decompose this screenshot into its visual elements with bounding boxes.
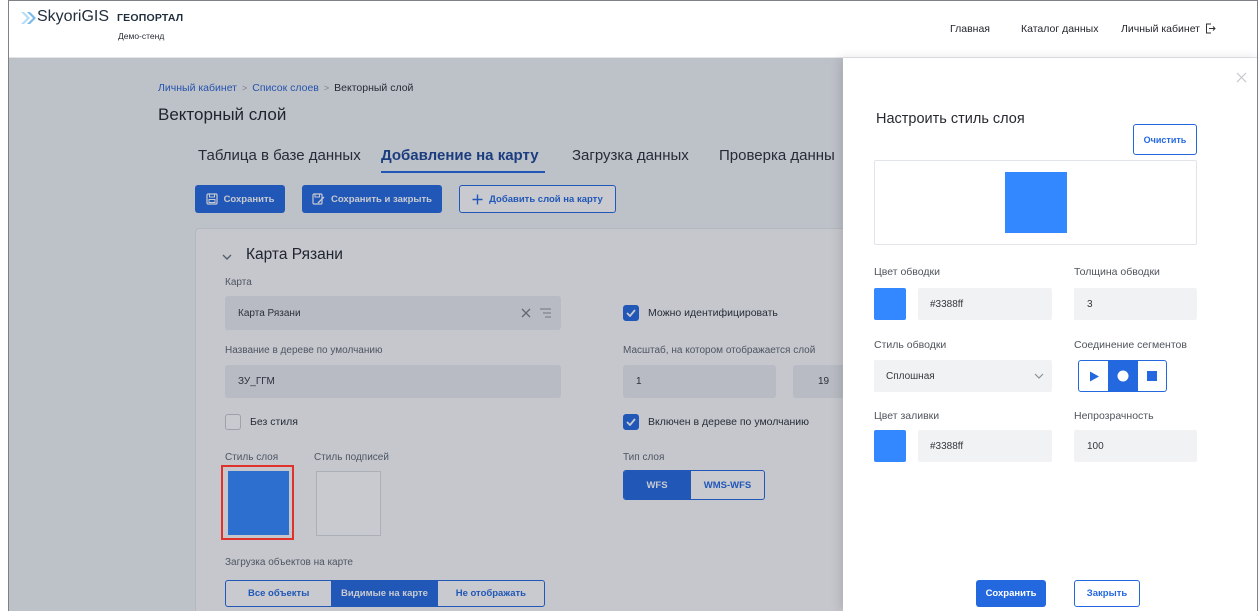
line-join-label: Соединение сегментов xyxy=(1074,339,1187,351)
nav-account[interactable]: Личный кабинет xyxy=(1121,23,1200,35)
stroke-style-label: Стиль обводки xyxy=(874,339,947,351)
style-drawer: Настроить стиль слоя Очистить Цвет обвод… xyxy=(843,58,1258,611)
logo-arrow-icon xyxy=(21,12,36,24)
triangle-icon xyxy=(1089,371,1099,381)
chevron-down-icon xyxy=(1034,373,1044,379)
drawer-title: Настроить стиль слоя xyxy=(876,111,1025,127)
drawer-close-button[interactable]: Закрыть xyxy=(1074,580,1140,607)
stroke-style-value: Сплошная xyxy=(886,370,935,382)
nav-catalog[interactable]: Каталог данных xyxy=(1021,23,1098,35)
logout-icon[interactable] xyxy=(1205,23,1216,34)
fill-color-label: Цвет заливки xyxy=(874,410,940,422)
fill-color-swatch[interactable] xyxy=(874,430,906,462)
line-join-bevel[interactable] xyxy=(1137,361,1166,391)
nav-home[interactable]: Главная xyxy=(950,23,990,35)
fill-color-input[interactable]: #3388ff xyxy=(918,430,1052,462)
stroke-style-select[interactable]: Сплошная xyxy=(874,360,1052,392)
line-join-round[interactable] xyxy=(1108,361,1137,391)
layer-style-highlight-box xyxy=(221,465,294,540)
opacity-input[interactable]: 100 xyxy=(1074,430,1197,462)
stroke-color-input[interactable]: #3388ff xyxy=(918,288,1052,320)
brand-name[interactable]: SkyoriGIS xyxy=(37,8,109,26)
style-preview xyxy=(874,160,1197,245)
clear-button[interactable]: Очистить xyxy=(1133,124,1197,155)
drawer-save-button[interactable]: Сохранить xyxy=(976,580,1046,607)
line-join-miter[interactable] xyxy=(1079,361,1108,391)
circle-icon xyxy=(1117,370,1129,382)
stroke-color-label: Цвет обводки xyxy=(874,266,940,278)
close-icon[interactable] xyxy=(1236,72,1247,83)
line-join-toggle xyxy=(1078,360,1167,392)
opacity-label: Непрозрачность xyxy=(1074,410,1154,422)
stroke-width-label: Толщина обводки xyxy=(1074,266,1160,278)
style-preview-shape xyxy=(1005,172,1067,233)
brand-suffix: ГЕОПОРТАЛ xyxy=(117,12,184,24)
stand-subtitle: Демо-стенд xyxy=(118,31,165,41)
stroke-width-input[interactable]: 3 xyxy=(1074,288,1197,320)
stroke-color-swatch[interactable] xyxy=(874,288,906,320)
square-icon xyxy=(1147,371,1157,381)
